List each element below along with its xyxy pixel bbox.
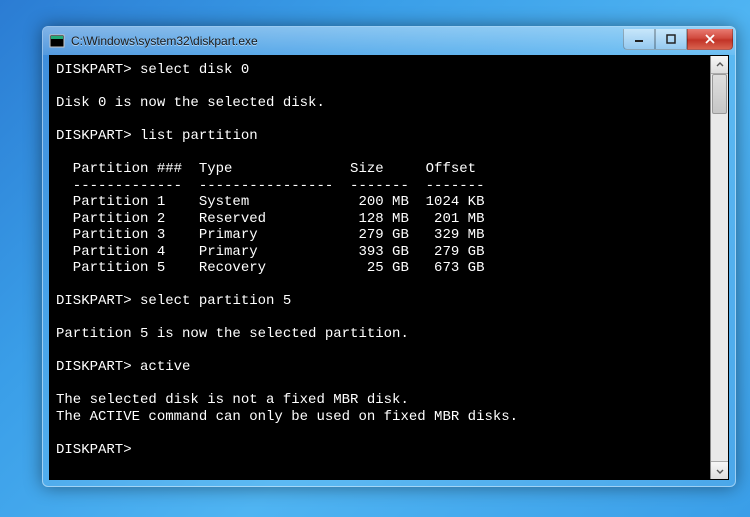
console-output[interactable]: DISKPART> select disk 0 Disk 0 is now th… — [50, 56, 710, 479]
output-line: The ACTIVE command can only be used on f… — [56, 409, 518, 425]
scroll-up-button[interactable] — [711, 56, 728, 74]
console-frame: DISKPART> select disk 0 Disk 0 is now th… — [49, 55, 729, 480]
output-line: Partition 5 is now the selected partitio… — [56, 326, 409, 342]
app-icon — [49, 33, 65, 49]
table-header: Partition ### Type Size Offset — [56, 161, 476, 177]
window-controls — [623, 29, 733, 49]
titlebar[interactable]: C:\Windows\system32\diskpart.exe — [43, 27, 735, 55]
table-row: Partition 5 Recovery 25 GB 673 GB — [56, 260, 484, 276]
cmd: list partition — [140, 128, 258, 144]
table-row: Partition 1 System 200 MB 1024 KB — [56, 194, 484, 210]
table-divider: ------------- ---------------- ------- -… — [56, 178, 484, 194]
maximize-button[interactable] — [655, 29, 687, 50]
scroll-track[interactable] — [711, 74, 728, 461]
close-button[interactable] — [687, 29, 733, 50]
prompt: DISKPART> — [56, 62, 132, 78]
scroll-thumb[interactable] — [712, 74, 727, 114]
window-title: C:\Windows\system32\diskpart.exe — [71, 34, 623, 48]
console-window: C:\Windows\system32\diskpart.exe DISKPAR… — [42, 26, 736, 487]
vertical-scrollbar[interactable] — [710, 56, 728, 479]
prompt: DISKPART> — [56, 293, 132, 309]
cmd: select disk 0 — [140, 62, 249, 78]
table-row: Partition 2 Reserved 128 MB 201 MB — [56, 211, 484, 227]
cmd: active — [140, 359, 190, 375]
table-row: Partition 4 Primary 393 GB 279 GB — [56, 244, 484, 260]
table-row: Partition 3 Primary 279 GB 329 MB — [56, 227, 484, 243]
prompt: DISKPART> — [56, 442, 132, 458]
output-line: The selected disk is not a fixed MBR dis… — [56, 392, 409, 408]
prompt: DISKPART> — [56, 359, 132, 375]
scroll-down-button[interactable] — [711, 461, 728, 479]
prompt: DISKPART> — [56, 128, 132, 144]
output-line: Disk 0 is now the selected disk. — [56, 95, 325, 111]
cmd: select partition 5 — [140, 293, 291, 309]
minimize-button[interactable] — [623, 29, 655, 50]
